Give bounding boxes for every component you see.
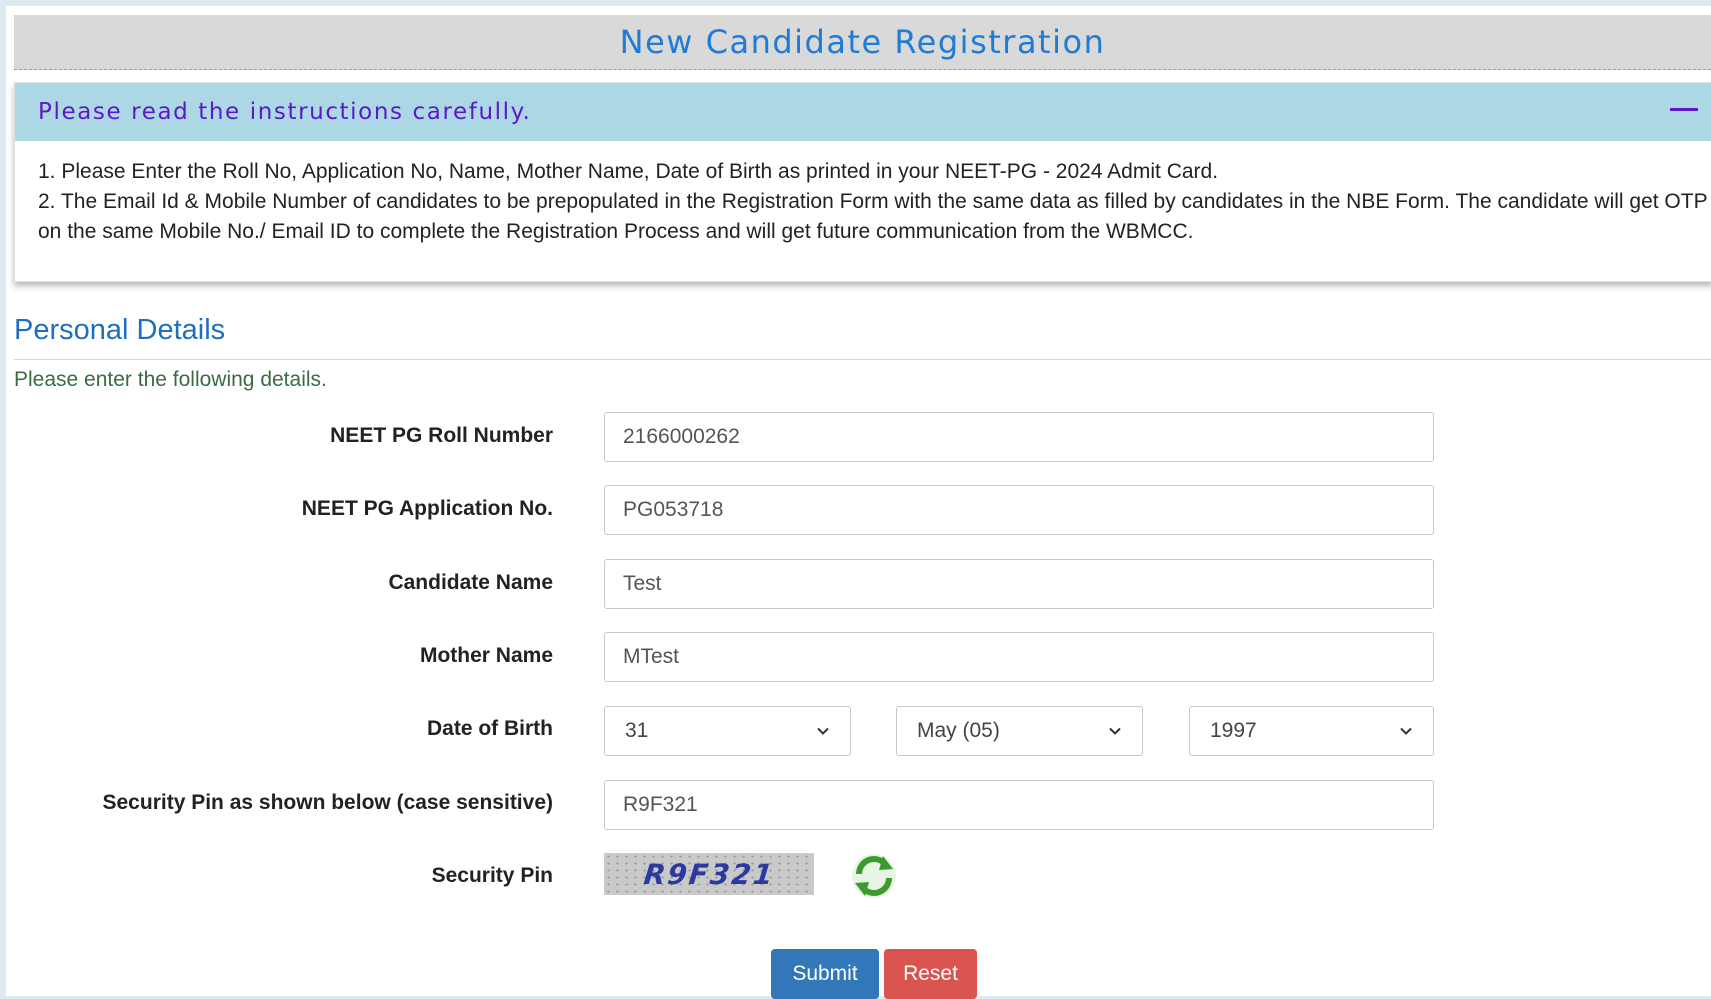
instruction-line-2: 2. The Email Id & Mobile Number of candi… [38, 190, 1708, 243]
instructions-panel: Please read the instructions carefully. … [14, 82, 1711, 282]
roll-number-label: NEET PG Roll Number [330, 424, 553, 447]
captcha-text: R9F321 [641, 857, 777, 891]
chevron-down-icon [1400, 727, 1412, 735]
registration-page: New Candidate Registration Please read t… [6, 6, 1711, 999]
instructions-title: Please read the instructions carefully. [38, 99, 532, 125]
security-pin-label: Security Pin [431, 864, 553, 887]
mother-name-label: Mother Name [419, 644, 553, 667]
dob-month-value: May (05) [917, 719, 1000, 742]
chevron-down-icon [817, 727, 829, 735]
chevron-down-icon [1109, 727, 1121, 735]
section-divider [14, 359, 1711, 360]
page-title: New Candidate Registration [619, 23, 1106, 61]
security-pin-input[interactable] [604, 780, 1434, 830]
mother-name-input[interactable] [604, 632, 1434, 682]
instruction-line-1: 1. Please Enter the Roll No, Application… [38, 160, 1219, 183]
section-title: Personal Details [14, 314, 226, 346]
roll-number-input[interactable] [604, 412, 1434, 462]
candidate-name-input[interactable] [604, 559, 1434, 609]
dob-day-select[interactable]: 31 [604, 706, 851, 756]
application-no-input[interactable] [604, 485, 1434, 535]
dob-year-select[interactable]: 1997 [1189, 706, 1434, 756]
instructions-body: 1. Please Enter the Roll No, Application… [15, 141, 1711, 247]
section-subtitle: Please enter the following details. [14, 368, 327, 391]
reset-button[interactable]: Reset [884, 949, 977, 999]
dob-month-select[interactable]: May (05) [896, 706, 1143, 756]
candidate-name-label: Candidate Name [388, 571, 553, 594]
dob-label: Date of Birth [427, 717, 553, 740]
application-no-label: NEET PG Application No. [301, 497, 553, 520]
minus-icon[interactable] [1670, 107, 1698, 111]
dob-day-value: 31 [625, 719, 649, 742]
refresh-icon[interactable] [850, 852, 898, 900]
dob-year-value: 1997 [1210, 719, 1257, 742]
captcha-image: R9F321 [604, 853, 814, 895]
instructions-header[interactable]: Please read the instructions carefully. [15, 83, 1711, 141]
submit-button[interactable]: Submit [771, 949, 879, 999]
title-bar: New Candidate Registration [14, 15, 1711, 70]
security-pin-input-label: Security Pin as shown below (case sensit… [102, 791, 554, 814]
